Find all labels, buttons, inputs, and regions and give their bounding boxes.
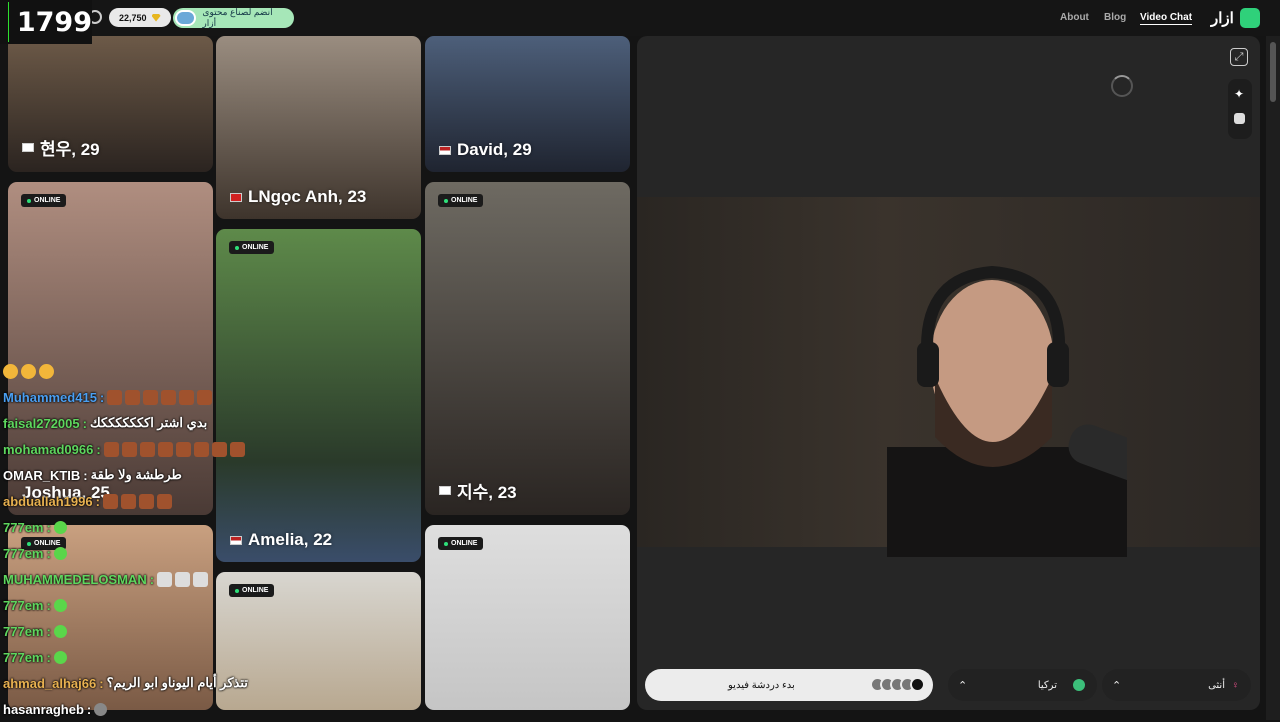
chat-emote-row [3,358,303,384]
nav-about[interactable]: About [1060,12,1089,23]
brand-logo[interactable]: ازار [1211,8,1260,28]
coin-amount: 22,750 [119,12,147,23]
gender-label: أنثى [1208,679,1225,691]
gem-icon [151,13,161,22]
start-chat-label: بدء دردشة فيديو [728,679,795,691]
sparkle-icon[interactable]: ✦ [1234,87,1244,101]
chat-message: MUHAMMEDELOSMAN: [3,566,303,592]
profile-card[interactable]: David, 29 [425,36,630,172]
top-bar: 22,750 انضم لصناع محتوى أزار About Blog … [0,0,1280,36]
loading-spinner-icon [1111,75,1133,97]
profile-card[interactable]: 현우, 29 [8,36,213,172]
stream-chat: Muhammed415: faisal272005: بدي اشتر اكككك… [3,358,303,722]
chat-message: mohamad0966: [3,436,303,462]
card-name: LNgọc Anh, 23 [230,187,366,207]
globe-icon [1073,679,1085,691]
join-creators-button[interactable]: انضم لصناع محتوى أزار [173,7,294,28]
online-badge: ONLINE [438,537,484,550]
chat-message: hasanragheb: [3,696,303,722]
counter-accent [8,2,9,42]
chat-message: 777em: [3,540,303,566]
female-icon: ♀ [1231,679,1240,691]
card-name: David, 29 [439,140,532,160]
chat-message: 777em: [3,644,303,670]
online-badge: ONLINE [21,194,67,207]
flag-vn-icon [230,192,242,202]
chat-message: 777em: [3,592,303,618]
country-select[interactable]: ⌃ تركيا [948,669,1097,701]
camera-icon [175,10,197,26]
nav-blog[interactable]: Blog [1104,12,1126,23]
online-badge: ONLINE [438,194,484,207]
country-label: تركيا [1037,679,1057,691]
sticker-icon[interactable] [1234,113,1245,124]
scrollbar[interactable] [1266,36,1280,720]
chat-message: abduallah1996: [3,488,303,514]
expand-icon[interactable]: ⤢ [1230,48,1248,66]
counter-value: 1799 [16,6,92,38]
chat-message: faisal272005: بدي اشتر اكككككككك [3,415,208,431]
streamer-image [887,265,1127,557]
start-video-chat-button[interactable]: بدء دردشة فيديو [645,669,933,701]
chat-message: 777em: [3,618,303,644]
side-toolbar: ✦ [1228,79,1252,139]
card-name: 지수, 23 [439,478,517,503]
chat-message: Muhammed415: [3,384,303,410]
chat-message: 777em: [3,514,303,540]
chat-message: OMAR_KTIB: طرطشة ولا طقة [3,467,182,483]
chevron-up-icon: ⌃ [958,679,968,692]
video-panel: ⤢ ✦ [637,36,1260,710]
chat-message: ahmad_alhaj66: تتذكر أيام اليوناو ابو الر… [3,675,248,691]
brand-name: ازار [1211,10,1234,27]
chevron-up-icon: ⌃ [1112,679,1122,692]
coin-balance[interactable]: 22,750 [109,8,171,27]
flag-kr-icon [439,486,451,495]
join-label: انضم لصناع محتوى أزار [202,7,273,28]
profile-card[interactable]: ONLINE [425,525,630,710]
viewer-counter: 1799 [0,0,92,44]
nav-video-chat[interactable]: Video Chat [1140,12,1193,25]
webcam-feed [637,197,1260,557]
profile-card[interactable]: ONLINE 지수, 23 [425,182,630,515]
flag-kr-icon [22,143,34,152]
card-name: 현우, 29 [22,135,100,160]
avatar-stack [870,677,925,692]
online-badge: ONLINE [229,241,275,254]
azar-logo-icon [1239,8,1260,28]
flag-us-icon [439,145,451,155]
gender-select[interactable]: ⌃ أنثى ♀ [1102,669,1251,701]
profile-card[interactable]: LNgọc Anh, 23 [216,36,421,219]
